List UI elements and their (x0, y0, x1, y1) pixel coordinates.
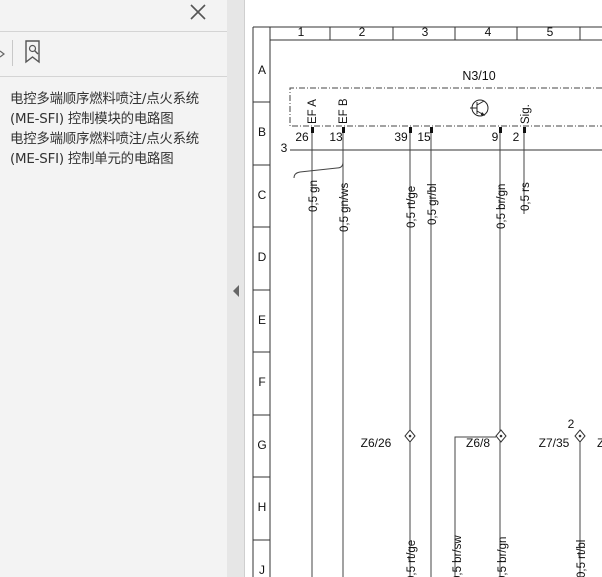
wire-label: 0,5 gn (308, 180, 320, 212)
toolbar-divider (0, 31, 227, 32)
wiring-diagram: 1 2 3 4 5 A B C D E F G H J N3/10 EF A E… (252, 25, 602, 577)
pin-number: 26 (295, 130, 309, 144)
connector-label: Z7/35 (539, 436, 570, 450)
pin-number: 2 (513, 130, 520, 144)
connector-label: Z (597, 436, 602, 450)
grid-row-label: A (258, 63, 266, 77)
collapse-arrow-icon[interactable] (232, 284, 240, 298)
grid-row-label: F (258, 375, 265, 389)
grid-column-label: 4 (485, 25, 492, 39)
pin-number: 13 (329, 130, 343, 144)
toolbar-separator (12, 40, 13, 66)
wire-label: 0,5 rt/ge (406, 186, 418, 228)
bookmark-button[interactable] (20, 38, 46, 66)
pin-function-label: Sig. (520, 104, 532, 124)
wire-label: 0,5 gn/ws (339, 183, 351, 232)
close-icon (190, 4, 206, 20)
chevron-down-icon[interactable] (0, 44, 6, 62)
toolbar-divider (0, 76, 227, 77)
grid-row-label: E (258, 313, 266, 327)
wire-label: 0,5 br/sw (452, 535, 464, 577)
outline-item[interactable]: 电控多端顺序燃料喷注/点火系统 (ME-SFI) 控制单元的电路图 (10, 130, 220, 170)
connector-label: Z6/26 (361, 436, 392, 450)
component-boundary (289, 87, 602, 127)
pin-number: 39 (394, 130, 408, 144)
transistor-icon (470, 99, 489, 117)
ref-label: 3 (281, 141, 288, 155)
grid-column-label: 5 (547, 25, 554, 39)
wire-label: 0,5 rs (520, 182, 532, 211)
connector-ref: 2 (568, 417, 575, 431)
pin-number: 15 (417, 130, 431, 144)
grid-row-label: C (258, 188, 267, 202)
wire-label: 0,5 rt/bl (576, 540, 588, 577)
outline-list: 电控多端顺序燃料喷注/点火系统 (ME-SFI) 控制模块的电路图 电控多端顺序… (10, 90, 220, 170)
pin-number: 9 (492, 130, 499, 144)
pin-function-label: EF A (307, 99, 319, 124)
pin-function-label: EF B (338, 98, 350, 124)
document-viewer[interactable]: 1 2 3 4 5 A B C D E F G H J N3/10 EF A E… (245, 0, 602, 577)
connector-label: Z6/8 (466, 436, 490, 450)
grid-column-label: 2 (359, 25, 366, 39)
wire-label: 0,5 br/gn (497, 537, 509, 577)
grid-row-label: G (257, 438, 266, 452)
close-panel-button[interactable] (186, 0, 210, 24)
bookmark-icon (25, 40, 40, 64)
component-label: N3/10 (462, 69, 495, 83)
sidebar-panel: 电控多端顺序燃料喷注/点火系统 (ME-SFI) 控制模块的电路图 电控多端顺序… (0, 0, 228, 577)
grid-row-label: B (258, 125, 266, 139)
wire-label: 0,5 br/gn (496, 184, 508, 229)
wire-label: 0,5 rt/ge (406, 540, 418, 577)
grid-column-label: 3 (422, 25, 429, 39)
grid-row-label: D (258, 250, 267, 264)
grid-row-label: J (259, 563, 265, 577)
grid-row-label: H (258, 500, 267, 514)
wire-label: 0,5 gr/bl (427, 183, 439, 225)
outline-item[interactable]: 电控多端顺序燃料喷注/点火系统 (ME-SFI) 控制模块的电路图 (10, 90, 220, 130)
grid-column-label: 1 (298, 25, 305, 39)
